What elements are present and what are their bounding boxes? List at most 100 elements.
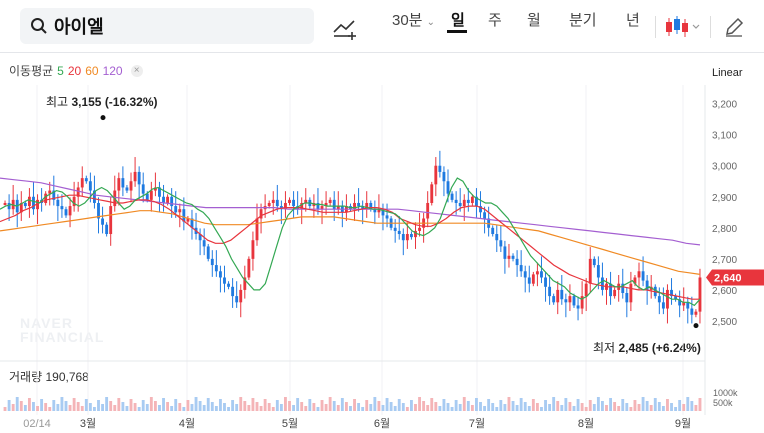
volume-bar	[36, 406, 39, 411]
candle-body	[251, 240, 255, 259]
volume-bar	[158, 405, 161, 411]
candle-body	[576, 305, 580, 309]
volume-bar	[109, 401, 113, 411]
candle-body	[637, 271, 641, 278]
y-tick-label: 2,500	[712, 317, 737, 328]
candle-body	[357, 202, 361, 207]
volume-bar	[450, 407, 454, 411]
candle-body	[495, 234, 499, 241]
volume-bar	[527, 406, 531, 411]
volume-bar	[430, 398, 434, 411]
volume-bar	[349, 406, 352, 411]
volume-bar	[186, 400, 190, 411]
candle-body	[239, 289, 243, 303]
volume-bar	[401, 403, 405, 411]
volume-bar	[666, 399, 669, 411]
volume-bar	[617, 406, 621, 411]
candle-body	[178, 209, 182, 213]
volume-bar	[613, 402, 617, 411]
candle-body	[275, 199, 279, 207]
candle-body	[385, 215, 389, 219]
volume-bar	[674, 407, 678, 411]
candle-body	[613, 289, 617, 297]
volume-bar	[182, 407, 186, 411]
candle-body	[540, 271, 543, 278]
candle-body	[3, 202, 7, 205]
x-tick-label: 6월	[374, 417, 390, 430]
candle-body	[470, 196, 474, 203]
volume-bar	[279, 404, 283, 411]
x-tick-label: 9월	[675, 417, 691, 430]
volume-bar	[495, 407, 499, 411]
candle-body	[68, 206, 72, 216]
candle-body	[466, 199, 470, 203]
volume-bar	[385, 398, 389, 411]
volume-bar	[434, 402, 438, 411]
candle-body	[393, 227, 397, 231]
candle-body	[596, 265, 600, 278]
volume-bar	[446, 403, 450, 411]
volume-bar	[214, 406, 218, 411]
candle-body	[353, 202, 356, 210]
x-tick-label: 8월	[578, 417, 594, 430]
volume-bar	[609, 398, 612, 411]
volume-bar	[235, 404, 239, 411]
volume-bar	[601, 401, 604, 411]
price-chart[interactable]: 3,200 3,100 3,000 2,900 2,800 2,700 2,600 2,500…	[0, 0, 764, 433]
volume-bar	[580, 403, 584, 411]
volume-bar	[592, 404, 596, 411]
candle-body	[23, 202, 27, 207]
volume-bar	[7, 400, 11, 411]
candle-body	[446, 181, 450, 194]
candle-body	[292, 199, 296, 207]
candle-body	[328, 199, 332, 203]
candle-body	[609, 283, 612, 297]
candle-body	[666, 289, 669, 309]
volume-bar	[442, 399, 446, 411]
volume-bar	[174, 399, 178, 411]
volume-bar	[491, 403, 495, 411]
volume-bar	[596, 397, 600, 411]
volume-bar	[458, 404, 462, 411]
volume-bar	[60, 397, 64, 411]
candle-body	[231, 286, 235, 297]
candle-body	[418, 227, 421, 231]
candle-body	[206, 246, 210, 259]
volume-bar	[93, 407, 96, 411]
candle-body	[288, 199, 291, 203]
candle-body	[214, 265, 218, 272]
volume-bar	[218, 399, 222, 411]
volume-bar	[552, 397, 556, 411]
y-tick-label: 2,900	[712, 193, 737, 204]
candle-body	[109, 206, 113, 235]
candle-body	[556, 289, 560, 303]
volume-bar	[284, 397, 287, 411]
candle-body	[202, 240, 206, 247]
volume-bar	[304, 406, 308, 411]
candle-body	[519, 265, 523, 272]
high-marker	[100, 115, 106, 121]
volume-bar	[300, 402, 304, 411]
volume-bar	[190, 404, 194, 411]
candle-body	[442, 171, 446, 182]
volume-bar	[263, 399, 267, 411]
candle-body	[210, 258, 214, 266]
volume-bar	[76, 402, 80, 411]
volume-bar	[462, 397, 466, 411]
volume-bar	[625, 403, 629, 411]
volume-bar	[629, 407, 633, 411]
candle-body	[560, 289, 564, 300]
volume-bar	[690, 401, 694, 411]
volume-bar	[48, 407, 52, 411]
candle-body	[72, 196, 76, 207]
volume-bar	[649, 405, 653, 411]
candle-body	[661, 302, 665, 309]
candle-body	[133, 171, 137, 182]
volume-bar	[56, 404, 60, 411]
candle-body	[101, 218, 104, 225]
volume-bar	[556, 401, 560, 411]
volume-bar	[320, 400, 324, 411]
volume-bar	[316, 407, 320, 411]
volume-bar	[129, 399, 133, 411]
candle-body	[166, 196, 170, 203]
